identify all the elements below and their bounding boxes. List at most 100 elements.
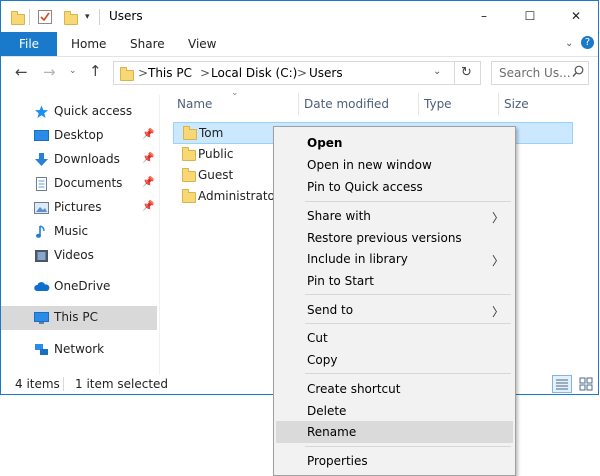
menu-item-label: Properties (307, 454, 368, 468)
search-input[interactable]: Search Us... (491, 61, 589, 85)
menu-item-send-to[interactable]: Send to 〉 (276, 299, 513, 321)
menu-separator (305, 446, 511, 447)
menu-item-open[interactable]: Open (276, 132, 513, 154)
toolbar-divider (29, 9, 30, 25)
sidebar-item-label: This PC (54, 310, 98, 324)
sidebar-item-this-pc[interactable]: This PC (1, 306, 157, 330)
new-folder-icon[interactable] (64, 11, 78, 25)
pane-divider (159, 95, 160, 375)
sidebar-item-label: OneDrive (54, 279, 111, 293)
maximize-button[interactable]: ☐ (507, 1, 553, 31)
address-divider (454, 62, 455, 84)
sidebar-item-label: Pictures (54, 200, 102, 214)
breadcrumb-separator[interactable]: > (297, 66, 307, 80)
recent-locations-chevron-icon[interactable]: ⌄ (69, 66, 77, 76)
close-button[interactable]: ✕ (553, 1, 598, 31)
menu-item-properties[interactable]: Properties (276, 450, 513, 472)
pin-icon[interactable]: 📌 (142, 201, 154, 212)
tab-view[interactable]: View (188, 32, 216, 56)
folder-icon (182, 147, 196, 161)
pin-icon[interactable]: 📌 (142, 177, 154, 188)
customize-toolbar-chevron-icon[interactable]: ▾ (85, 12, 90, 22)
menu-item-include-in-library[interactable]: Include in library 〉 (276, 248, 513, 270)
sidebar-item-label: Videos (54, 248, 94, 262)
breadcrumb-users[interactable]: Users (309, 66, 343, 80)
ribbon-tabs: File Home Share View ⌄ ? (1, 32, 598, 57)
help-icon[interactable]: ? (581, 36, 594, 49)
sidebar-item-network[interactable]: Network (1, 338, 157, 362)
address-bar[interactable]: > This PC > Local Disk (C:) > Users ⌄ ↻ (113, 61, 481, 85)
refresh-icon[interactable]: ↻ (461, 65, 472, 80)
menu-item-label: Open (307, 136, 343, 150)
sort-chevron-icon: ⌄ (231, 88, 239, 98)
expand-ribbon-chevron-icon[interactable]: ⌄ (565, 38, 573, 49)
videos-icon (34, 249, 49, 263)
status-item-count: 4 items (15, 377, 60, 391)
pictures-icon (34, 201, 49, 215)
menu-item-label: Include in library (307, 252, 408, 266)
sidebar-item-pictures[interactable]: Pictures 📌 (1, 196, 157, 220)
menu-separator (305, 294, 511, 295)
tab-home[interactable]: Home (71, 32, 106, 56)
details-view-icon (556, 379, 568, 390)
large-icons-view-icon (579, 377, 593, 391)
column-header-type[interactable]: Type (424, 97, 452, 111)
sidebar-item-label: Desktop (54, 128, 104, 142)
menu-item-open-in-new-window[interactable]: Open in new window (276, 154, 513, 176)
menu-item-rename[interactable]: Rename (276, 421, 513, 443)
tab-share[interactable]: Share (130, 32, 165, 56)
breadcrumb-separator[interactable]: > (138, 66, 148, 80)
menu-item-share-with[interactable]: Share with 〉 (276, 205, 513, 227)
sidebar-item-desktop[interactable]: Desktop 📌 (1, 124, 157, 148)
breadcrumb-local-disk[interactable]: Local Disk (C:) (211, 66, 297, 80)
minimize-button[interactable]: – (461, 1, 507, 31)
search-icon[interactable] (572, 65, 584, 82)
title-bar: ▾ Users – ☐ ✕ (1, 1, 598, 32)
sidebar-item-downloads[interactable]: Downloads 📌 (1, 148, 157, 172)
folder-icon (182, 189, 196, 203)
menu-item-cut[interactable]: Cut (276, 327, 513, 349)
sidebar-item-documents[interactable]: Documents 📌 (1, 172, 157, 196)
menu-item-delete[interactable]: Delete (276, 400, 513, 422)
column-divider[interactable] (298, 93, 299, 115)
menu-item-label: Rename (307, 425, 357, 439)
download-icon (34, 153, 49, 167)
column-header-size[interactable]: Size (504, 97, 529, 111)
column-header-name[interactable]: Name (177, 97, 212, 111)
address-history-chevron-icon[interactable]: ⌄ (433, 66, 441, 77)
context-menu: Open Open in new window Pin to Quick acc… (273, 126, 516, 476)
sidebar-item-onedrive[interactable]: OneDrive (1, 275, 157, 299)
forward-arrow-icon[interactable]: → (43, 63, 56, 81)
breadcrumb-separator[interactable]: > (200, 66, 210, 80)
sidebar-item-label: Network (54, 342, 105, 356)
tab-file[interactable]: File (1, 32, 57, 56)
back-arrow-icon[interactable]: ← (15, 63, 28, 81)
folder-icon (182, 168, 196, 182)
sidebar-item-label: Documents (54, 176, 123, 190)
column-divider[interactable] (418, 93, 419, 115)
star-icon (34, 105, 49, 119)
file-name: Administrator (198, 189, 280, 203)
desktop-icon (34, 129, 49, 143)
large-icons-view-button[interactable] (577, 375, 595, 393)
details-view-button[interactable] (552, 375, 572, 393)
pin-icon[interactable]: 📌 (142, 129, 154, 140)
file-name: Guest (198, 168, 234, 182)
up-arrow-icon[interactable]: ↑ (89, 62, 102, 80)
menu-item-create-shortcut[interactable]: Create shortcut (276, 378, 513, 400)
column-divider[interactable] (498, 93, 499, 115)
file-name: Tom (199, 126, 224, 140)
column-header-date-modified[interactable]: Date modified (304, 97, 389, 111)
menu-item-label: Copy (307, 353, 338, 367)
sidebar-item-quick-access[interactable]: Quick access (1, 100, 157, 124)
properties-checkmark-icon[interactable] (37, 9, 53, 28)
pin-icon[interactable]: 📌 (142, 153, 154, 164)
menu-item-restore-previous-versions[interactable]: Restore previous versions (276, 227, 513, 249)
menu-item-copy[interactable]: Copy (276, 349, 513, 371)
breadcrumb-this-pc[interactable]: This PC (148, 66, 192, 80)
menu-item-pin-to-quick-access[interactable]: Pin to Quick access (276, 176, 513, 198)
sidebar-item-music[interactable]: Music (1, 220, 157, 244)
menu-item-pin-to-start[interactable]: Pin to Start (276, 270, 513, 292)
toolbar-divider (99, 9, 100, 25)
sidebar-item-videos[interactable]: Videos (1, 244, 157, 268)
